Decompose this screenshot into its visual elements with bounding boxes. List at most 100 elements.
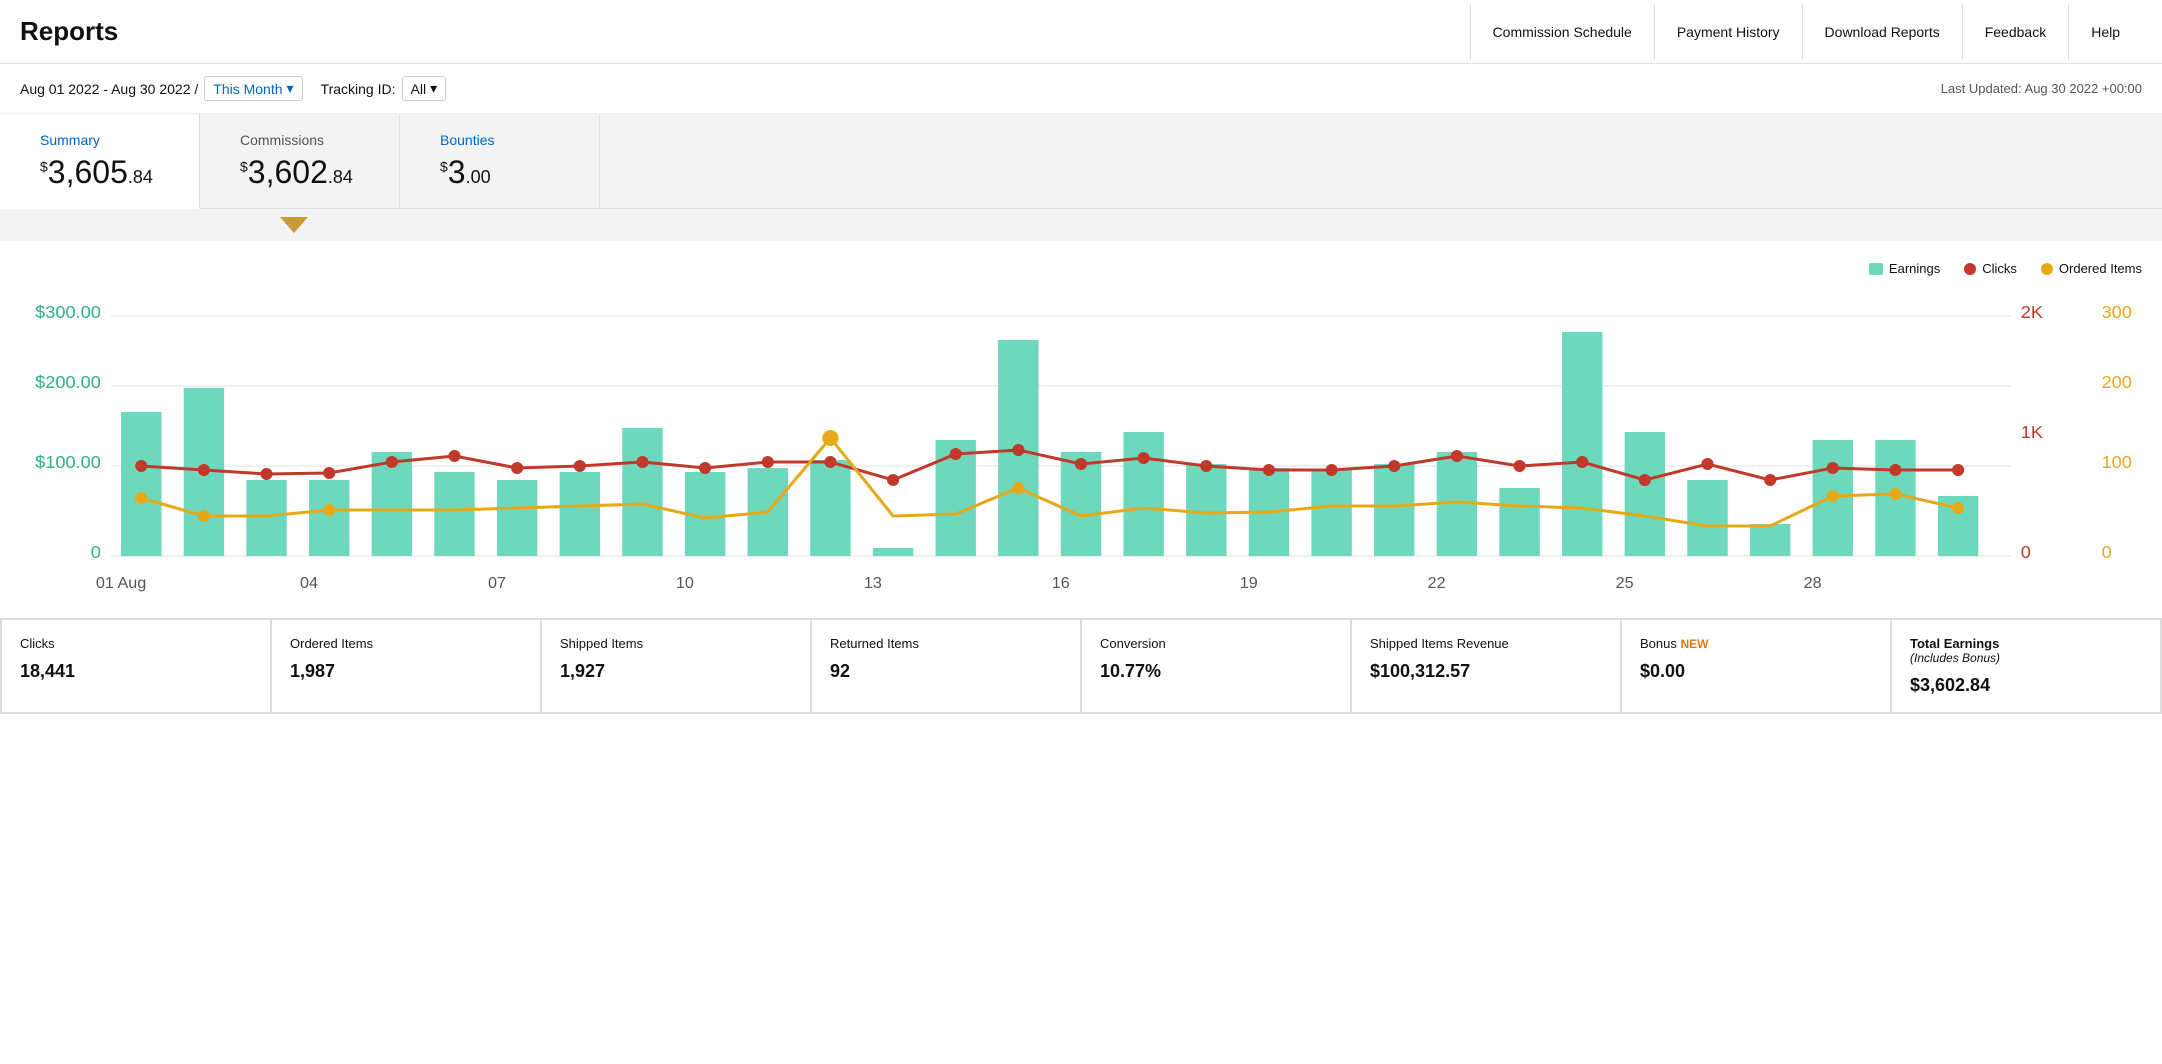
- nav-help[interactable]: Help: [2068, 4, 2142, 60]
- legend-clicks: Clicks: [1964, 261, 2017, 276]
- bar-day1: [121, 412, 161, 556]
- bar-day26: [1687, 480, 1727, 556]
- clicks-dot: [198, 464, 210, 476]
- bar-day17: [1123, 432, 1163, 556]
- chart-legend: Earnings Clicks Ordered Items: [20, 261, 2142, 276]
- date-range-text: Aug 01 2022 - Aug 30 2022 /: [20, 81, 198, 97]
- nav-commission-schedule[interactable]: Commission Schedule: [1470, 4, 1654, 60]
- conversion-value: 10.77%: [1100, 661, 1332, 682]
- x-label-07: 07: [488, 574, 506, 592]
- tab-summary[interactable]: Summary $3,605.84: [0, 114, 200, 209]
- bar-day18: [1186, 464, 1226, 556]
- bonus-column-label: Bonus NEW: [1640, 636, 1872, 651]
- summary-tabs: Summary $3,605.84 Commissions $3,602.84 …: [0, 114, 2162, 209]
- clicks-dot: [448, 450, 460, 462]
- chevron-down-icon-2: ▾: [430, 80, 437, 97]
- last-updated: Last Updated: Aug 30 2022 +00:00: [1941, 81, 2142, 96]
- stats-ordered-items: Ordered Items 1,987: [272, 620, 542, 714]
- clicks-dot: [511, 462, 523, 474]
- clicks-label: Clicks: [1982, 261, 2017, 276]
- shipped-revenue-value: $100,312.57: [1370, 661, 1602, 682]
- clicks-dot: [1952, 464, 1964, 476]
- tab-bounties-value: $3.00: [440, 154, 559, 191]
- bar-day13: [873, 548, 913, 556]
- svg-text:0: 0: [2102, 542, 2112, 562]
- tab-commissions[interactable]: Commissions $3,602.84: [200, 114, 400, 208]
- clicks-dot: [1263, 464, 1275, 476]
- tracking-id-dropdown[interactable]: All ▾: [402, 76, 447, 101]
- stats-shipped-revenue: Shipped Items Revenue $100,312.57: [1352, 620, 1622, 714]
- ordered-items-dot-icon: [2041, 263, 2053, 275]
- earnings-bar-icon: [1869, 263, 1883, 275]
- new-badge: NEW: [1680, 637, 1708, 651]
- x-label-22: 22: [1428, 574, 1446, 592]
- clicks-dot: [1701, 458, 1713, 470]
- filter-bar: Aug 01 2022 - Aug 30 2022 / This Month ▾…: [0, 64, 2162, 114]
- clicks-dot: [574, 460, 586, 472]
- bar-day21: [1374, 464, 1414, 556]
- total-earnings-value: $3,602.84: [1910, 675, 2142, 696]
- clicks-dot: [762, 456, 774, 468]
- shipped-items-value: 1,927: [560, 661, 792, 682]
- bar-day24: [1562, 332, 1602, 556]
- clicks-dot: [1827, 462, 1839, 474]
- tab-indicator: [0, 209, 2162, 241]
- tab-bounties-label: Bounties: [440, 132, 559, 148]
- bar-day20: [1311, 470, 1351, 556]
- tab-summary-value: $3,605.84: [40, 154, 159, 191]
- tab-bounties[interactable]: Bounties $3.00: [400, 114, 600, 208]
- ordered-dot: [135, 492, 147, 504]
- chart-svg: $300.00 $200.00 $100.00 0 2K 1K 0 300 20…: [20, 288, 2142, 608]
- x-label-13: 13: [864, 574, 882, 592]
- x-label-01aug: 01 Aug: [96, 574, 146, 592]
- tab-summary-label: Summary: [40, 132, 159, 148]
- clicks-dot: [1764, 474, 1776, 486]
- nav-links: Commission Schedule Payment History Down…: [1470, 4, 2142, 60]
- clicks-dot: [1388, 460, 1400, 472]
- this-month-dropdown[interactable]: This Month ▾: [204, 76, 302, 101]
- bar-day4: [309, 480, 349, 556]
- svg-text:300: 300: [2102, 302, 2132, 322]
- bar-day25: [1625, 432, 1665, 556]
- active-tab-indicator: [280, 217, 308, 233]
- nav-download-reports[interactable]: Download Reports: [1802, 4, 1962, 60]
- stats-table: Clicks 18,441 Ordered Items 1,987 Shippe…: [0, 618, 2162, 714]
- tracking-id-label: Tracking ID:: [321, 81, 396, 97]
- clicks-dot: [1012, 444, 1024, 456]
- clicks-dot: [1889, 464, 1901, 476]
- clicks-dot: [1451, 450, 1463, 462]
- filter-left: Aug 01 2022 - Aug 30 2022 / This Month ▾…: [20, 76, 446, 101]
- nav-feedback[interactable]: Feedback: [1962, 4, 2068, 60]
- legend-ordered-items: Ordered Items: [2041, 261, 2142, 276]
- this-month-label: This Month: [213, 81, 282, 97]
- chevron-down-icon: ▾: [287, 80, 294, 97]
- shipped-revenue-column-label: Shipped Items Revenue: [1370, 636, 1602, 651]
- stats-bonus: Bonus NEW $0.00: [1622, 620, 1892, 714]
- total-earnings-column-label: Total Earnings (Includes Bonus): [1910, 636, 2142, 665]
- ordered-dot: [1827, 490, 1839, 502]
- clicks-value: 18,441: [20, 661, 252, 682]
- ordered-dot: [1889, 488, 1901, 500]
- ordered-dot: [1012, 482, 1024, 494]
- svg-text:200: 200: [2102, 372, 2132, 392]
- clicks-dot: [135, 460, 147, 472]
- stats-clicks: Clicks 18,441: [2, 620, 272, 714]
- bar-day23: [1499, 488, 1539, 556]
- stats-shipped-items: Shipped Items 1,927: [542, 620, 812, 714]
- bar-day12: [810, 460, 850, 556]
- top-navigation: Reports Commission Schedule Payment Hist…: [0, 0, 2162, 64]
- stats-total-earnings: Total Earnings (Includes Bonus) $3,602.8…: [1892, 620, 2162, 714]
- shipped-items-column-label: Shipped Items: [560, 636, 792, 651]
- svg-text:$200.00: $200.00: [35, 372, 101, 392]
- stats-conversion: Conversion 10.77%: [1082, 620, 1352, 714]
- nav-payment-history[interactable]: Payment History: [1654, 4, 1802, 60]
- clicks-dot: [824, 456, 836, 468]
- svg-text:2K: 2K: [2021, 302, 2043, 322]
- chart-container: $300.00 $200.00 $100.00 0 2K 1K 0 300 20…: [20, 288, 2142, 608]
- legend-earnings: Earnings: [1869, 261, 1940, 276]
- clicks-dot: [699, 462, 711, 474]
- svg-text:0: 0: [2021, 542, 2031, 562]
- tab-commissions-value: $3,602.84: [240, 154, 359, 191]
- svg-text:1K: 1K: [2021, 422, 2043, 442]
- chart-section: Earnings Clicks Ordered Items $300.00 $2…: [0, 241, 2162, 618]
